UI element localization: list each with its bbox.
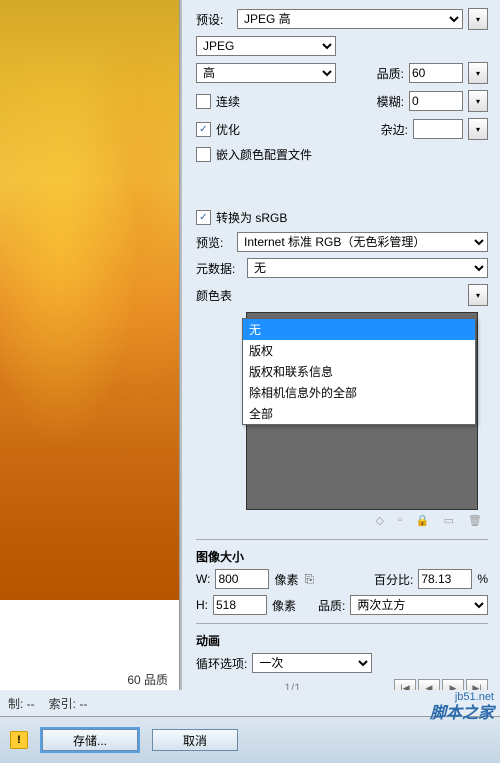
status-index: 索引: -- [49,695,88,712]
metadata-select[interactable]: 无 [247,258,488,278]
link-dimensions-icon[interactable]: ⎘ [303,572,315,587]
matte-swatch[interactable] [413,119,463,139]
metadata-option-all-except-camera[interactable]: 除相机信息外的全部 [243,382,475,403]
color-table-menu[interactable]: ▾ [468,284,488,306]
optimized-label: 优化 [216,121,240,138]
width-unit: 像素 [274,571,298,588]
watermark: jb51.net 脚本之家 [430,691,494,723]
progressive-checkbox[interactable] [196,94,211,109]
metadata-label: 元数据: [196,260,242,277]
metadata-option-all[interactable]: 全部 [243,403,475,424]
image-size-title: 图像大小 [196,548,488,565]
palette-new-icon[interactable]: ▭ [444,514,454,527]
cancel-button[interactable]: 取消 [152,729,238,751]
palette-tool-1-icon[interactable]: ◇ [376,514,384,527]
quality-input[interactable] [409,63,463,83]
percent-label: 百分比: [374,571,413,588]
height-label: H: [196,598,208,612]
preset-label: 预设: [196,11,232,28]
quality-label: 品质: [377,65,404,82]
convert-srgb-label: 转换为 sRGB [216,209,287,226]
save-button[interactable]: 存储... [42,729,138,751]
matte-label: 杂边: [381,121,408,138]
warning-icon: ! [10,731,28,749]
metadata-option-copyright-contact[interactable]: 版权和联系信息 [243,361,475,382]
metadata-option-none[interactable]: 无 [243,319,475,340]
embed-profile-checkbox[interactable] [196,147,211,162]
metadata-dropdown-list: 无 版权 版权和联系信息 除相机信息外的全部 全部 [242,318,476,425]
blur-input[interactable] [409,91,463,111]
color-table-label: 颜色表 [196,287,232,304]
matte-menu[interactable]: ▾ [468,118,488,140]
status-copy: 制: -- [8,695,35,712]
animation-title: 动画 [196,632,488,649]
convert-srgb-checkbox[interactable]: ✓ [196,210,211,225]
height-unit: 像素 [272,597,296,614]
format-select[interactable]: JPEG [196,36,336,56]
preview-quality-info: 60 品质 [124,670,171,689]
palette-delete-icon[interactable]: 🗑 [468,514,482,527]
embed-profile-label: 嵌入颜色配置文件 [216,146,312,163]
loop-label: 循环选项: [196,655,247,672]
palette-lock-icon[interactable]: 🔒 [416,514,430,527]
quality-stepper[interactable]: ▾ [468,62,488,84]
percent-unit: % [477,572,488,586]
width-label: W: [196,572,210,586]
palette-tool-2-icon[interactable]: ▫ [398,514,402,527]
height-input[interactable] [213,595,267,615]
quality-preset-select[interactable]: 高 [196,63,336,83]
resample-label: 品质: [318,597,345,614]
preview-label: 预览: [196,234,232,251]
width-input[interactable] [215,569,269,589]
preset-select[interactable]: JPEG 高 [237,9,463,29]
blur-stepper[interactable]: ▾ [468,90,488,112]
preview-select[interactable]: Internet 标准 RGB（无色彩管理） [237,232,488,252]
resample-select[interactable]: 两次立方 [350,595,488,615]
metadata-option-copyright[interactable]: 版权 [243,340,475,361]
percent-input[interactable] [418,569,472,589]
blur-label: 模糊: [377,93,404,110]
preview-image [0,0,180,600]
optimized-checkbox[interactable]: ✓ [196,122,211,137]
progressive-label: 连续 [216,93,240,110]
preset-menu-button[interactable]: ▾ [468,8,488,30]
loop-select[interactable]: 一次 [252,653,372,673]
